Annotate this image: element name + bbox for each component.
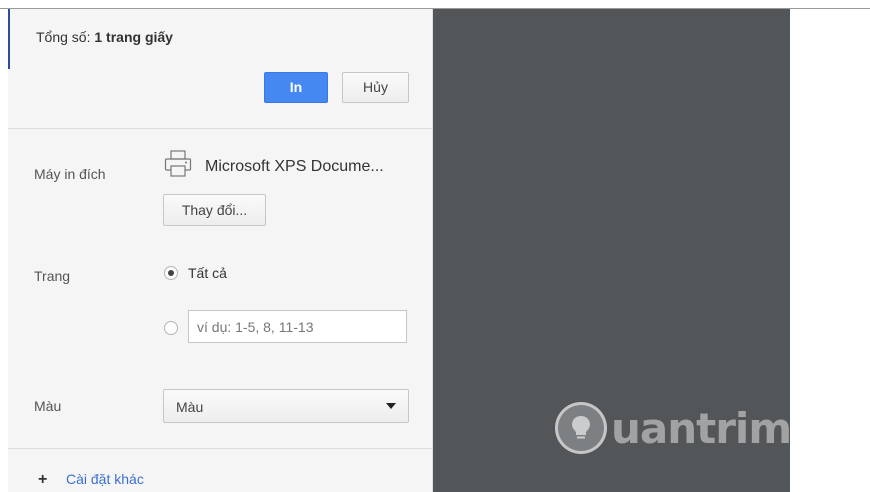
watermark-logo: uantrimang: [555, 400, 870, 462]
change-destination-button[interactable]: Thay đổi...: [163, 194, 266, 226]
print-settings-sidebar: Tổng số: 1 trang giấy In Hủy Máy in đích…: [8, 9, 433, 492]
plus-icon: +: [38, 471, 48, 488]
color-select[interactable]: Màu: [163, 389, 409, 423]
print-button[interactable]: In: [264, 72, 328, 103]
sidebar-accent-bar: [8, 9, 10, 69]
pages-range-input[interactable]: [188, 310, 407, 343]
destination-label: Máy in đích: [34, 166, 106, 182]
total-sheets: Tổng số: 1 trang giấy: [36, 29, 173, 45]
pages-all-radio[interactable]: [164, 266, 178, 280]
more-settings-link[interactable]: + Cài đặt khác: [38, 471, 144, 489]
pages-label: Trang: [34, 268, 71, 284]
watermark-text: uantrimang: [611, 404, 870, 453]
color-label: Màu: [34, 398, 62, 414]
print-header: Tổng số: 1 trang giấy In Hủy: [8, 9, 432, 129]
cancel-button[interactable]: Hủy: [342, 72, 409, 103]
pages-all-label[interactable]: Tất cả: [188, 265, 227, 281]
total-prefix: Tổng số:: [36, 29, 95, 45]
section-divider: [8, 448, 432, 449]
lightbulb-icon: [555, 402, 607, 454]
pages-custom-radio[interactable]: [164, 321, 178, 335]
destination-name: Microsoft XPS Docume...: [205, 158, 384, 175]
color-select-value: Màu: [176, 399, 204, 415]
printer-icon: [163, 149, 193, 179]
dropdown-arrow-icon: [386, 403, 396, 409]
more-settings-label: Cài đặt khác: [66, 471, 144, 487]
total-value: 1 trang giấy: [94, 29, 173, 45]
